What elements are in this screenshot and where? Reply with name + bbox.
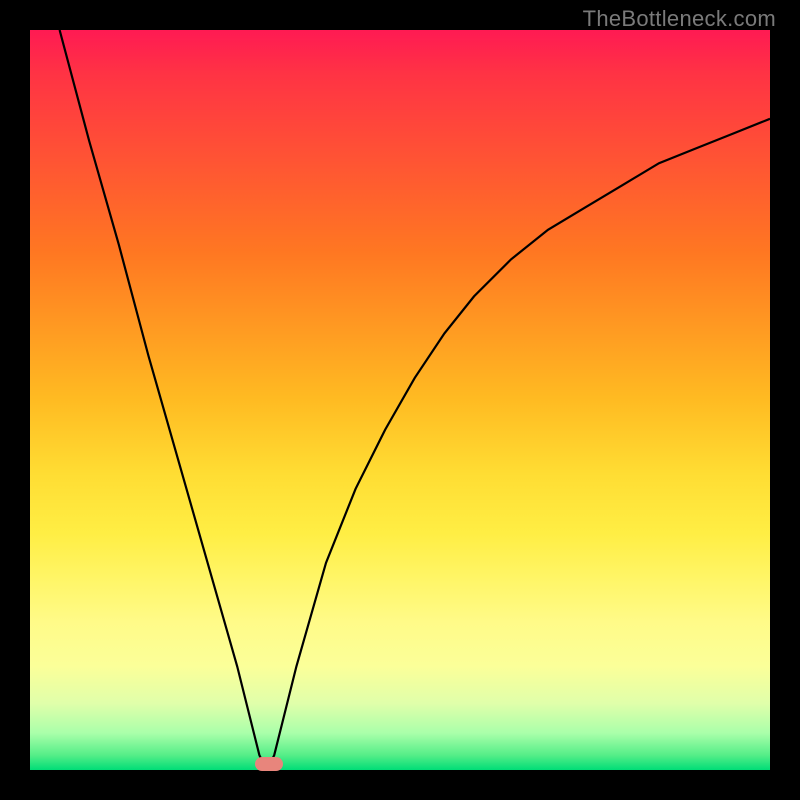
watermark-text: TheBottleneck.com [583,6,776,32]
chart-plot-area [30,30,770,770]
minimum-marker [255,757,283,771]
bottleneck-curve [30,30,770,770]
